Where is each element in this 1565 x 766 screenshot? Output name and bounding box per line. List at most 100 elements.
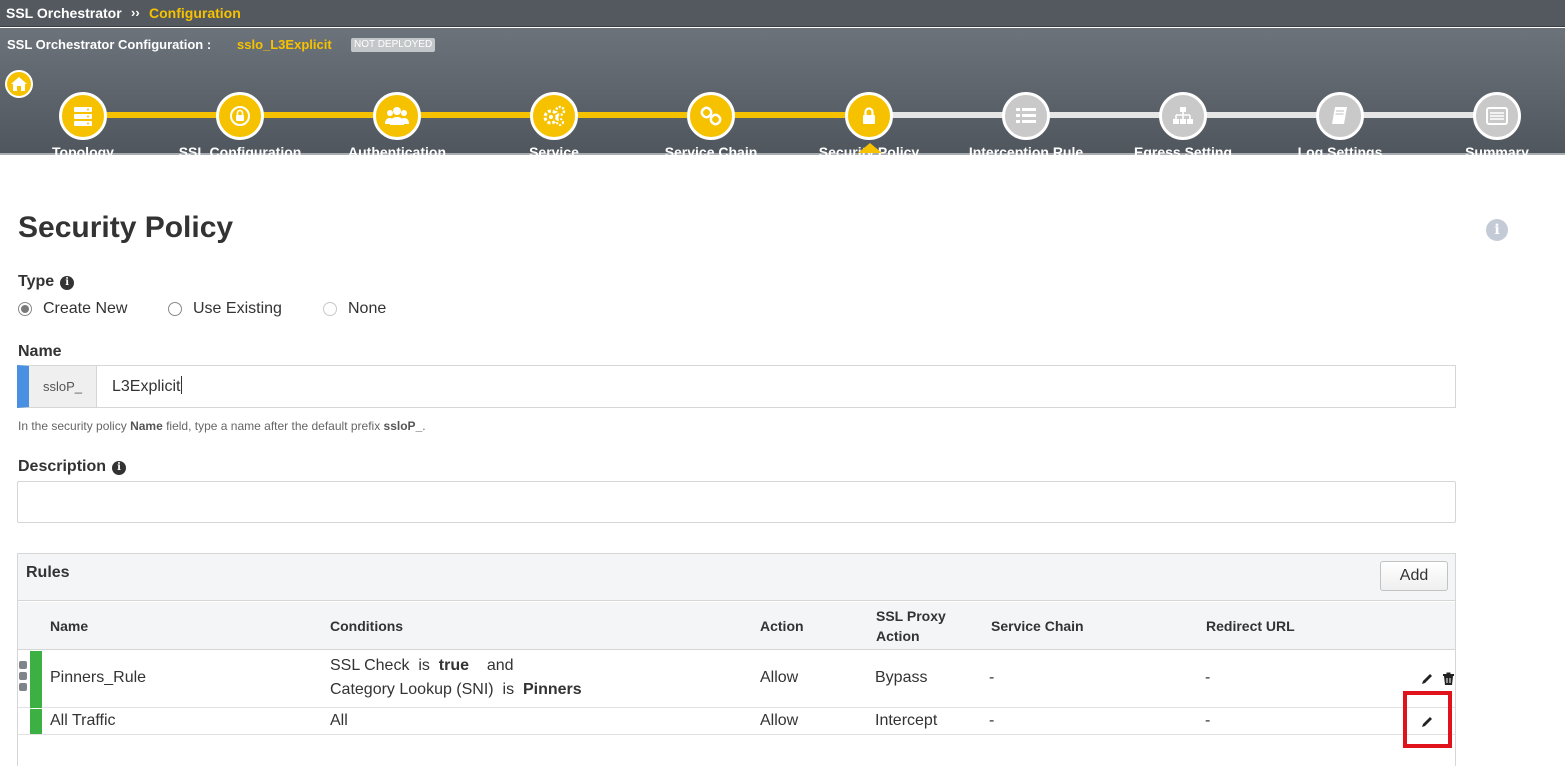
radio-label: Create New xyxy=(43,300,128,317)
description-label: Description i xyxy=(18,458,127,476)
configuration-header: SSL Orchestrator Configuration : sslo_L3… xyxy=(0,28,1565,160)
breadcrumb-current: Configuration xyxy=(149,5,241,21)
active-step-pointer xyxy=(858,143,882,153)
step-label: Summary xyxy=(1465,144,1529,160)
name-prefix: ssloP_ xyxy=(29,366,97,407)
summary-list-icon xyxy=(1486,107,1508,125)
trash-icon xyxy=(1442,672,1454,685)
radio-label: Use Existing xyxy=(193,300,282,317)
rule-redirect-url: - xyxy=(1205,712,1211,729)
col-redirect-url: Redirect URL xyxy=(1206,618,1295,634)
drag-handle[interactable] xyxy=(19,661,27,694)
step-label: Authentication xyxy=(348,144,446,160)
rules-column-header: Name Conditions Action SSL Proxy Action … xyxy=(18,602,1455,650)
highlight-box xyxy=(1403,691,1452,748)
delete-rule-button[interactable] xyxy=(1440,671,1456,687)
name-label: Name xyxy=(18,343,62,360)
rule-action: Allow xyxy=(760,669,799,686)
step-circle xyxy=(530,92,578,140)
radio-button[interactable] xyxy=(323,302,337,316)
name-field[interactable]: ssloP_ L3Explicit xyxy=(17,365,1456,408)
name-hint: In the security policy Name field, type … xyxy=(18,419,426,433)
pencil-icon xyxy=(1422,674,1432,684)
add-rule-button[interactable]: Add xyxy=(1380,561,1448,591)
table-row[interactable]: Pinners_Rule SSL Check is true and Categ… xyxy=(18,651,1455,708)
rules-title: Rules xyxy=(26,564,70,581)
col-action: Action xyxy=(760,618,804,634)
chain-link-icon xyxy=(700,106,722,126)
breadcrumb-separator: ›› xyxy=(131,5,140,20)
step-label: Service Chain xyxy=(664,144,758,160)
wizard-step-authentication[interactable]: Authentication xyxy=(317,90,477,160)
description-field[interactable] xyxy=(17,481,1456,523)
step-circle xyxy=(1473,92,1521,140)
info-icon[interactable]: i xyxy=(60,276,75,290)
col-ssl-proxy-line1: SSL Proxy xyxy=(876,608,946,624)
step-circle xyxy=(373,92,421,140)
col-ssl-proxy-line2: Action xyxy=(876,628,920,644)
rule-service-chain: - xyxy=(989,712,995,729)
step-label: Egress Setting xyxy=(1133,144,1233,160)
step-circle xyxy=(1002,92,1050,140)
wizard-step-log-settings[interactable]: Log Settings xyxy=(1260,90,1420,160)
step-circle xyxy=(59,92,107,140)
edit-rule-button[interactable] xyxy=(1419,671,1435,687)
col-name: Name xyxy=(50,618,89,634)
step-label: Topology xyxy=(52,144,114,160)
rule-status-bar xyxy=(30,709,42,734)
radio-use-existing[interactable]: Use Existing xyxy=(168,300,282,318)
rule-status-bar xyxy=(30,651,42,708)
step-label: SSL Configuration xyxy=(178,144,302,160)
rule-condition-2: Category Lookup (SNI) is Pinners xyxy=(330,681,582,698)
step-circle xyxy=(1159,92,1207,140)
radio-none[interactable]: None xyxy=(323,300,386,318)
rule-ssl-proxy-action: Bypass xyxy=(875,669,928,686)
gears-icon xyxy=(543,105,566,126)
top-breadcrumb-bar: SSL Orchestrator ›› Configuration xyxy=(0,0,1565,27)
rule-ssl-proxy-action: Intercept xyxy=(875,712,938,729)
radio-label: None xyxy=(348,300,387,317)
step-label: Service xyxy=(529,144,579,160)
step-circle xyxy=(1316,92,1364,140)
col-service-chain: Service Chain xyxy=(991,618,1084,634)
info-icon[interactable]: i xyxy=(1486,219,1508,241)
info-icon[interactable]: i xyxy=(112,461,127,475)
network-tree-icon xyxy=(1173,107,1193,124)
server-stack-icon xyxy=(74,107,92,126)
radio-create-new[interactable]: Create New xyxy=(18,300,127,318)
step-label: Interception Rule xyxy=(968,144,1084,160)
lock-icon xyxy=(863,107,875,124)
deploy-status-badge: NOT DEPLOYED xyxy=(351,38,436,52)
wizard-step-ssl-configuration[interactable]: SSL Configuration xyxy=(160,90,320,160)
breadcrumb-root[interactable]: SSL Orchestrator xyxy=(6,5,122,21)
config-title: SSL Orchestrator Configuration : xyxy=(7,37,212,52)
wizard-step-summary[interactable]: Summary xyxy=(1417,90,1565,160)
wizard-step-service[interactable]: Service xyxy=(474,90,634,160)
name-value[interactable]: L3Explicit xyxy=(112,366,182,407)
rule-action: Allow xyxy=(760,712,799,729)
rule-conditions: All xyxy=(330,712,348,729)
rule-redirect-url: - xyxy=(1205,669,1211,686)
rule-name: Pinners_Rule xyxy=(50,669,147,686)
padlock-icon xyxy=(230,106,250,126)
step-label: Log Settings xyxy=(1297,144,1383,160)
wizard-step-topology[interactable]: Topology xyxy=(3,90,163,160)
users-icon xyxy=(385,107,409,125)
table-row[interactable]: All Traffic All Allow Intercept - - xyxy=(18,709,1455,735)
config-name: sslo_L3Explicit xyxy=(237,37,332,52)
wizard-step-service-chain[interactable]: Service Chain xyxy=(631,90,791,160)
type-label: Type i xyxy=(18,273,75,291)
step-circle xyxy=(687,92,735,140)
rule-service-chain: - xyxy=(989,669,995,686)
page-title: Security Policy xyxy=(18,211,234,244)
radio-button[interactable] xyxy=(168,302,182,316)
col-conditions: Conditions xyxy=(330,618,404,634)
book-icon xyxy=(1332,107,1347,124)
radio-button[interactable] xyxy=(18,302,32,316)
wizard-step-egress-setting[interactable]: Egress Setting xyxy=(1103,90,1263,160)
rules-header: Rules Add xyxy=(18,554,1455,601)
wizard-step-interception-rule[interactable]: Interception Rule xyxy=(946,90,1106,160)
rule-name: All Traffic xyxy=(50,712,116,729)
step-circle xyxy=(216,92,264,140)
step-circle xyxy=(845,92,893,140)
